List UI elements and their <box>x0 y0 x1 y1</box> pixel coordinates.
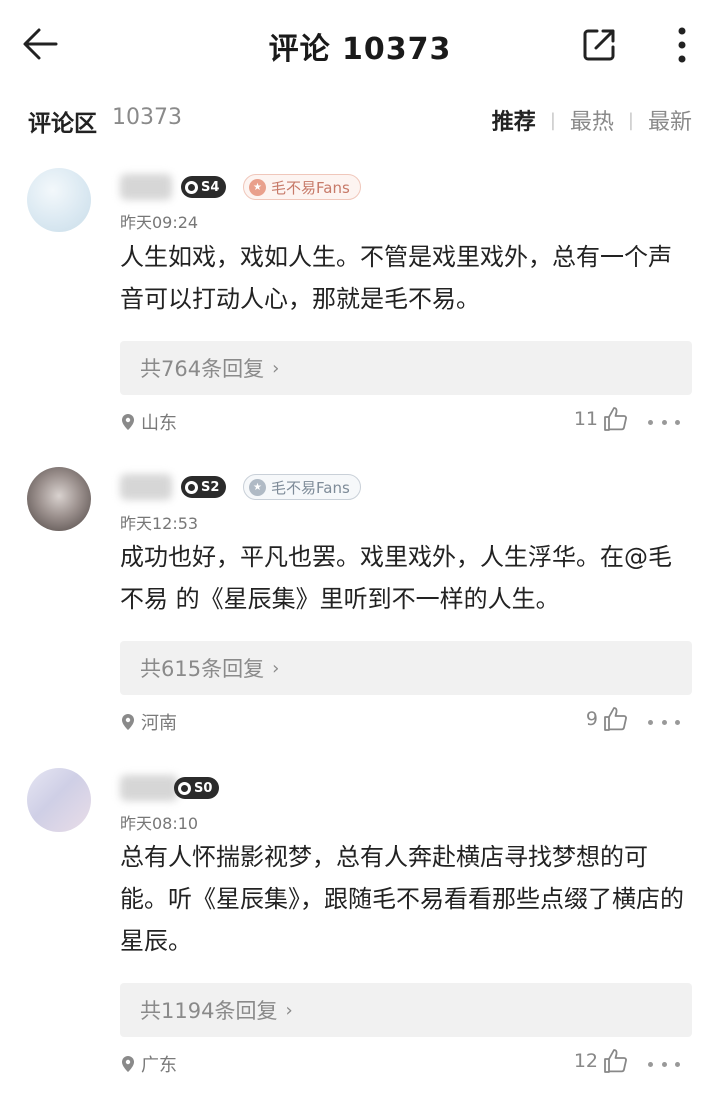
username-blurred[interactable] <box>120 474 172 500</box>
fan-star-icon: ★ <box>249 178 266 196</box>
location: 广东 <box>121 1051 177 1077</box>
view-replies-button[interactable]: 共764条回复 › <box>120 341 692 395</box>
level-badge: S2 <box>181 476 227 498</box>
thumbs-up-icon <box>604 1049 627 1073</box>
location-pin-icon <box>122 1056 134 1072</box>
like-button[interactable]: 11 <box>574 406 628 432</box>
more-horizontal-icon <box>648 1061 653 1067</box>
fan-star-icon: ★ <box>249 478 266 496</box>
level-badge: S0 <box>174 777 220 799</box>
thumbs-up-icon <box>604 707 627 731</box>
sort-hottest[interactable]: 最热 <box>570 104 614 136</box>
like-button[interactable]: 12 <box>574 1048 628 1074</box>
chevron-right-icon: › <box>272 657 280 679</box>
comment-text[interactable]: 人生如戏，戏如人生。不管是戏里戏外，总有一个声音可以打动人心，那就是毛不易。 <box>120 236 692 320</box>
more-horizontal-icon <box>648 419 653 425</box>
thumbs-up-icon <box>604 407 627 431</box>
more-horizontal-icon <box>648 719 653 725</box>
avatar[interactable] <box>27 768 91 832</box>
location: 山东 <box>121 409 177 435</box>
comment-options-button[interactable] <box>648 412 680 432</box>
chevron-right-icon: › <box>272 357 280 379</box>
sort-tabs: 推荐 | 最热 | 最新 <box>492 104 692 136</box>
more-options-button[interactable] <box>660 22 704 68</box>
comment-text[interactable]: 总有人怀揣影视梦，总有人奔赴横店寻找梦想的可能。听《星辰集》，跟随毛不易看看那些… <box>120 836 692 962</box>
level-ring-icon <box>185 480 198 494</box>
comment-time: 昨天09:24 <box>120 213 199 232</box>
comment-section-header: 评论区 10373 推荐 | 最热 | 最新 <box>28 100 692 140</box>
comment-count: 10373 <box>112 105 182 130</box>
location: 河南 <box>121 709 177 735</box>
divider: | <box>549 109 556 131</box>
more-vertical-icon <box>678 27 686 63</box>
username-blurred[interactable] <box>120 174 172 200</box>
username-blurred[interactable] <box>120 775 178 801</box>
divider: | <box>627 109 634 131</box>
view-replies-button[interactable]: 共615条回复 › <box>120 641 692 695</box>
view-replies-button[interactable]: 共1194条回复 › <box>120 983 692 1037</box>
comment-options-button[interactable] <box>648 1054 680 1074</box>
level-ring-icon <box>178 781 191 795</box>
location-pin-icon <box>122 414 134 430</box>
location-pin-icon <box>122 714 134 730</box>
avatar[interactable] <box>27 467 91 531</box>
fan-badge[interactable]: ★ 毛不易Fans <box>243 174 361 200</box>
sort-newest[interactable]: 最新 <box>648 104 692 136</box>
comment-time: 昨天08:10 <box>120 814 199 833</box>
section-title: 评论区 <box>28 111 97 137</box>
fan-badge[interactable]: ★ 毛不易Fans <box>243 474 361 500</box>
share-icon <box>583 29 615 61</box>
level-badge: S4 <box>181 176 227 198</box>
share-button[interactable] <box>576 22 622 68</box>
avatar[interactable] <box>27 168 91 232</box>
chevron-right-icon: › <box>285 999 293 1021</box>
comment-time: 昨天12:53 <box>120 514 199 533</box>
level-ring-icon <box>185 180 198 194</box>
top-bar: 评论 10373 <box>0 0 720 88</box>
comment-text[interactable]: 成功也好，平凡也罢。戏里戏外，人生浮华。在@毛不易 的《星辰集》里听到不一样的人… <box>120 536 692 620</box>
like-button[interactable]: 9 <box>586 706 628 732</box>
sort-recommended[interactable]: 推荐 <box>492 104 536 136</box>
comment-options-button[interactable] <box>648 712 680 732</box>
